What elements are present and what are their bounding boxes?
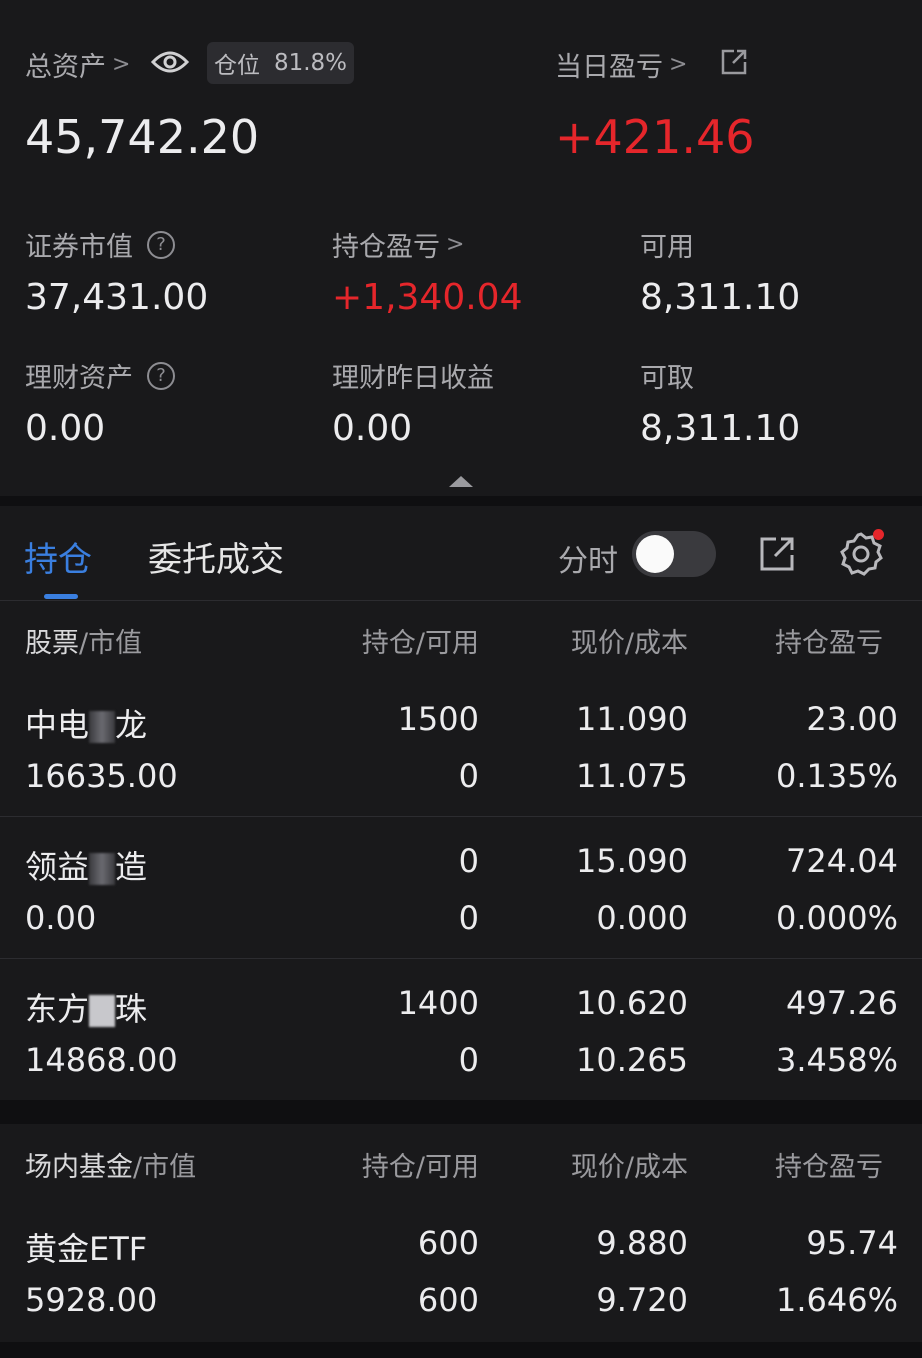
- chevron-right-icon: >: [669, 52, 688, 77]
- funds-header-name: 场内基金/市值: [25, 1145, 196, 1184]
- funds-header-title: 场内基金: [25, 1152, 133, 1183]
- securities-value: 37,431.00: [25, 277, 209, 318]
- fund-cost: 9.720: [596, 1281, 688, 1319]
- funds-header-position: 持仓/可用: [361, 1152, 479, 1183]
- wealth-assets-label: 理财资产: [25, 363, 133, 394]
- stock-pnl: 497.26: [786, 984, 898, 1022]
- stock-name: 东方珠: [25, 990, 148, 1028]
- collapse-arrow-icon[interactable]: [449, 476, 473, 487]
- stocks-header-position: 持仓/可用: [361, 628, 479, 659]
- securities-value-label: 证券市值: [25, 232, 133, 263]
- stock-pnl: 23.00: [806, 700, 898, 738]
- tab-active-indicator: [44, 594, 78, 599]
- stocks-header-market-value: /市值: [79, 628, 143, 659]
- total-assets-value: 45,742.20: [25, 110, 260, 164]
- fund-position: 600: [417, 1224, 479, 1262]
- stock-market-value: 14868.00: [25, 1041, 178, 1079]
- redaction-mark: [89, 853, 116, 885]
- fund-market-value: 5928.00: [25, 1281, 158, 1319]
- available-value: 8,311.10: [640, 277, 801, 318]
- redaction-mark: [89, 995, 116, 1027]
- securities-value-label-row: 证券市值 ?: [25, 225, 175, 264]
- stock-price: 11.090: [576, 700, 688, 738]
- account-summary-panel: 总资产 > 仓位 81.8% 45,742.20 当日盈亏 > +421.46 …: [0, 0, 922, 496]
- chevron-right-icon: >: [112, 52, 131, 77]
- timeshare-toggle[interactable]: [632, 531, 716, 577]
- notification-dot: [873, 529, 884, 540]
- divider: [0, 958, 922, 959]
- position-ratio-badge: 仓位 81.8%: [207, 42, 354, 84]
- available-label: 可用: [640, 232, 694, 263]
- funds-header-market-value: /市值: [133, 1152, 197, 1183]
- stocks-header-price: 现价/成本: [570, 628, 688, 659]
- tab-orders[interactable]: 委托成交: [148, 532, 284, 581]
- stocks-header-name: 股票/市值: [25, 621, 142, 660]
- fund-available: 600: [417, 1281, 479, 1319]
- stock-position: 1500: [397, 700, 479, 738]
- position-value: 81.8%: [273, 50, 348, 76]
- chevron-right-icon: >: [446, 232, 465, 257]
- stock-available: 0: [458, 1041, 479, 1079]
- stock-available: 0: [458, 899, 479, 937]
- wealth-yesterday-label: 理财昨日收益: [332, 363, 494, 394]
- stock-cost: 0.000: [596, 899, 688, 937]
- divider: [0, 816, 922, 817]
- stocks-header-pnl: 持仓盈亏: [775, 628, 883, 659]
- stock-price: 15.090: [576, 842, 688, 880]
- stocks-header-title: 股票: [25, 628, 79, 659]
- funds-header-pnl: 持仓盈亏: [775, 1152, 883, 1183]
- stock-position: 1400: [397, 984, 479, 1022]
- wealth-yesterday-value: 0.00: [332, 408, 413, 449]
- stock-name: 领益造: [25, 848, 148, 886]
- stock-market-value: 16635.00: [25, 757, 178, 795]
- help-icon[interactable]: ?: [147, 361, 175, 390]
- share-icon[interactable]: [720, 48, 748, 76]
- fund-pnl-pct: 1.646%: [775, 1281, 898, 1319]
- wealth-assets-value: 0.00: [25, 408, 106, 449]
- stock-available: 0: [458, 757, 479, 795]
- divider: [0, 600, 922, 601]
- position-label: 仓位: [213, 53, 260, 79]
- toggle-knob: [636, 535, 674, 573]
- export-icon[interactable]: [758, 535, 796, 573]
- total-assets-label-row[interactable]: 总资产 >: [25, 45, 130, 84]
- stock-pnl-pct: 0.000%: [775, 899, 898, 937]
- stock-cost: 11.075: [576, 757, 688, 795]
- tab-holdings[interactable]: 持仓: [24, 532, 92, 581]
- total-assets-label: 总资产: [25, 52, 106, 83]
- holding-pnl-label-row[interactable]: 持仓盈亏 >: [332, 225, 464, 264]
- withdrawable-label: 可取: [640, 363, 694, 394]
- timeshare-label: 分时: [558, 544, 618, 579]
- daily-pnl-value: +421.46: [555, 110, 755, 164]
- funds-header-price: 现价/成本: [570, 1152, 688, 1183]
- help-icon[interactable]: ?: [147, 230, 175, 259]
- daily-pnl-label: 当日盈亏: [555, 52, 663, 83]
- stock-name: 中电龙: [25, 706, 148, 744]
- holding-pnl-value: +1,340.04: [332, 277, 523, 318]
- stock-cost: 10.265: [576, 1041, 688, 1079]
- eye-icon[interactable]: [150, 48, 190, 76]
- withdrawable-value: 8,311.10: [640, 408, 801, 449]
- stock-pnl-pct: 0.135%: [775, 757, 898, 795]
- holding-pnl-label: 持仓盈亏: [332, 232, 440, 263]
- fund-name: 黄金ETF: [25, 1230, 148, 1268]
- stock-pnl-pct: 3.458%: [775, 1041, 898, 1079]
- fund-pnl: 95.74: [806, 1224, 898, 1262]
- daily-pnl-label-row[interactable]: 当日盈亏 >: [555, 45, 687, 84]
- stock-position: 0: [458, 842, 479, 880]
- stock-market-value: 0.00: [25, 899, 97, 937]
- fund-price: 9.880: [596, 1224, 688, 1262]
- redaction-mark: [89, 711, 116, 743]
- wealth-assets-label-row: 理财资产 ?: [25, 356, 175, 395]
- stock-pnl: 724.04: [786, 842, 898, 880]
- stock-price: 10.620: [576, 984, 688, 1022]
